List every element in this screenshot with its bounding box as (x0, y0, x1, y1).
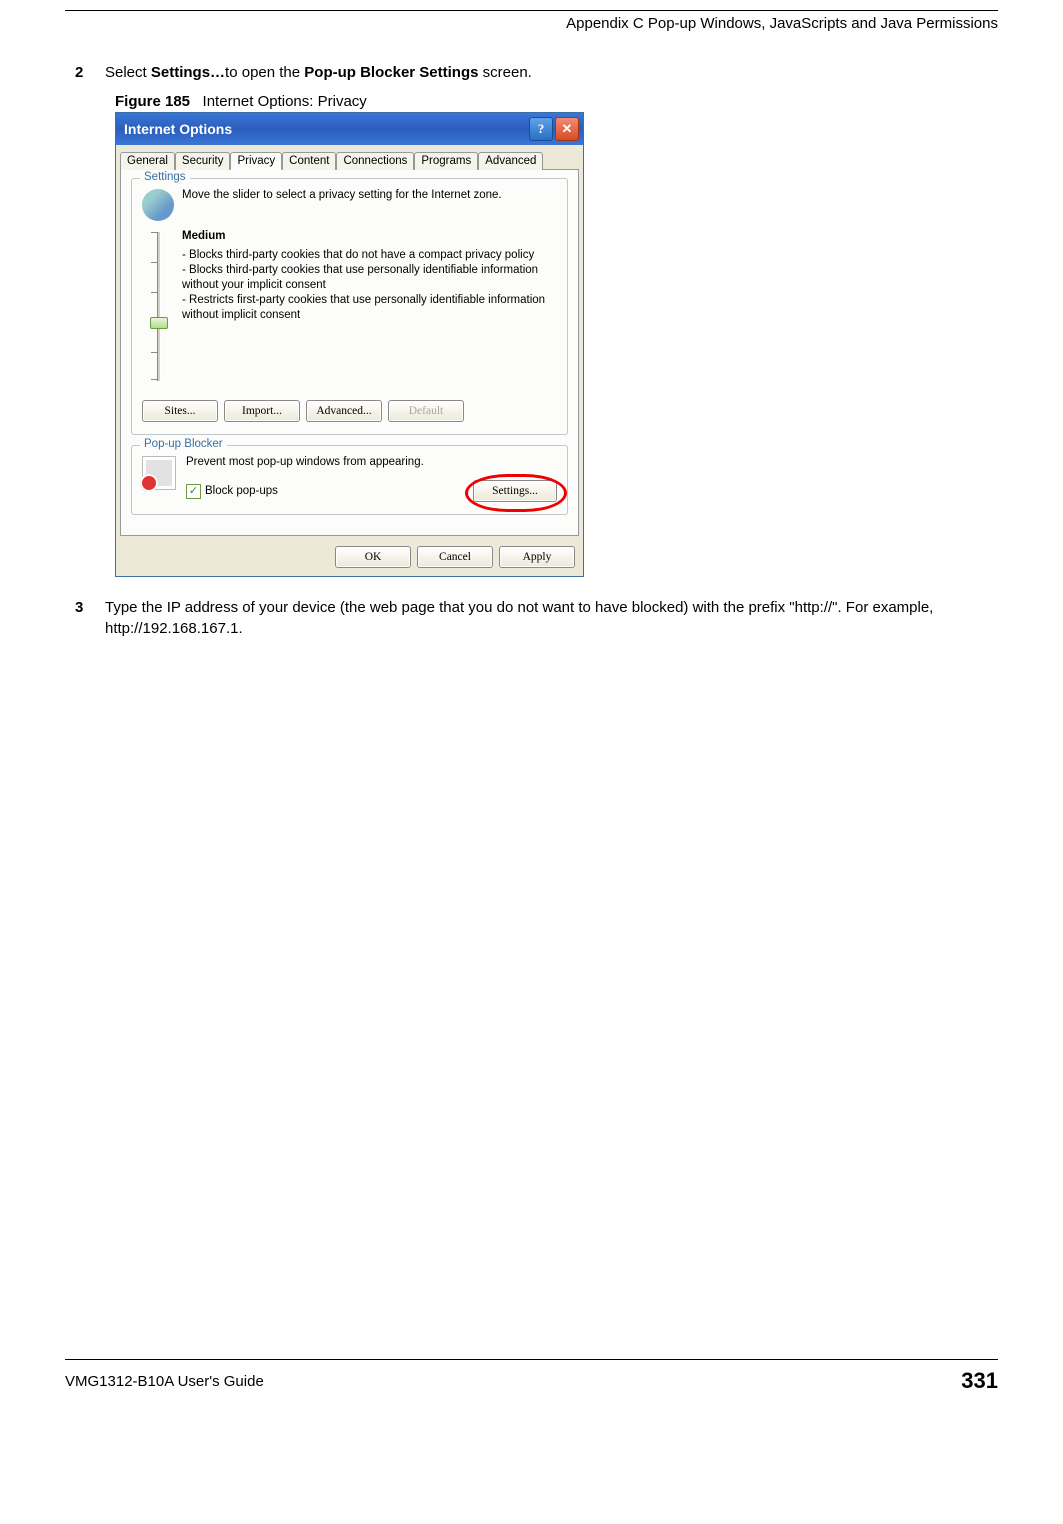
help-button[interactable]: ? (529, 117, 553, 141)
tab-content[interactable]: Content (282, 152, 336, 170)
internet-options-dialog: Internet Options ? ✕ General Security Pr… (115, 112, 584, 577)
tab-security[interactable]: Security (175, 152, 231, 170)
dialog-title: Internet Options (124, 121, 232, 137)
tab-connections[interactable]: Connections (336, 152, 414, 170)
block-popups-checkbox[interactable]: ✓ (186, 484, 201, 499)
step-2-bold2: Pop-up Blocker Settings (304, 64, 478, 81)
step-2-mid: to open the (225, 64, 304, 81)
tab-privacy[interactable]: Privacy (230, 152, 282, 170)
popup-blocker-icon (142, 456, 176, 490)
page-footer: VMG1312-B10A User's Guide 331 (65, 1359, 998, 1394)
step-2-pre: Select (105, 64, 151, 81)
import-button[interactable]: Import... (224, 400, 300, 422)
footer-guide: VMG1312-B10A User's Guide (65, 1373, 264, 1390)
tab-body: Settings Move the slider to select a pri… (120, 169, 579, 536)
privacy-level: Medium (182, 229, 557, 244)
figure-number: Figure 185 (115, 93, 190, 110)
step-2-bold1: Settings… (151, 64, 225, 81)
tab-general[interactable]: General (120, 152, 175, 170)
sites-button[interactable]: Sites... (142, 400, 218, 422)
tab-advanced[interactable]: Advanced (478, 152, 543, 170)
apply-button[interactable]: Apply (499, 546, 575, 568)
dialog-footer-buttons: OK Cancel Apply (116, 542, 583, 576)
block-popups-label: Block pop-ups (205, 485, 278, 497)
settings-groupbox: Settings Move the slider to select a pri… (131, 178, 568, 435)
step-3: 3 Type the IP address of your device (th… (65, 597, 998, 639)
privacy-slider[interactable] (148, 229, 168, 384)
figure-caption: Figure 185 Internet Options: Privacy (115, 93, 998, 110)
globe-icon (142, 189, 174, 221)
footer-page-number: 331 (961, 1368, 998, 1394)
popup-group-title: Pop-up Blocker (140, 438, 227, 450)
advanced-button[interactable]: Advanced... (306, 400, 382, 422)
step-3-number: 3 (75, 597, 105, 639)
step-2-text: Select Settings…to open the Pop-up Block… (105, 62, 998, 83)
step-2-number: 2 (75, 62, 105, 83)
tab-strip: General Security Privacy Content Connect… (116, 145, 583, 169)
close-button[interactable]: ✕ (555, 117, 579, 141)
slider-thumb[interactable] (150, 317, 168, 329)
cancel-button[interactable]: Cancel (417, 546, 493, 568)
privacy-bullets: - Blocks third-party cookies that do not… (182, 248, 557, 323)
step-3-text: Type the IP address of your device (the … (105, 597, 998, 639)
step-2: 2 Select Settings…to open the Pop-up Blo… (65, 62, 998, 83)
settings-group-title: Settings (140, 171, 190, 183)
figure-text: Internet Options: Privacy (203, 93, 367, 110)
dialog-container: Internet Options ? ✕ General Security Pr… (115, 112, 998, 577)
settings-description: Move the slider to select a privacy sett… (182, 189, 502, 201)
popup-settings-button[interactable]: Settings... (473, 480, 557, 502)
dialog-titlebar[interactable]: Internet Options ? ✕ (116, 113, 583, 145)
popup-description: Prevent most pop-up windows from appeari… (186, 456, 557, 468)
step-2-post: screen. (478, 64, 531, 81)
header-rule (65, 10, 998, 11)
ok-button[interactable]: OK (335, 546, 411, 568)
header-appendix-title: Appendix C Pop-up Windows, JavaScripts a… (65, 15, 998, 32)
default-button: Default (388, 400, 464, 422)
popup-blocker-groupbox: Pop-up Blocker Prevent most pop-up windo… (131, 445, 568, 515)
tab-programs[interactable]: Programs (414, 152, 478, 170)
